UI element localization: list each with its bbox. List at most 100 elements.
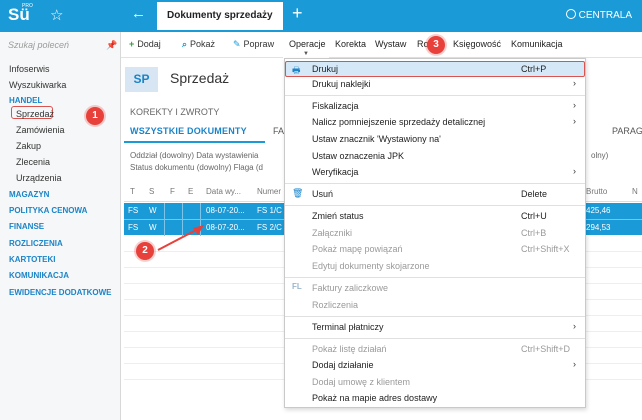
menu-item-usun[interactable]: 🗑 Usuń Delete [285, 187, 585, 202]
menu-item-label: Fiskalizacja [312, 101, 359, 111]
tab-paragony[interactable]: PARAG [612, 126, 642, 136]
module-badge: SP [125, 67, 158, 92]
arrow-head [193, 225, 204, 235]
menu-item-zalaczniki: Załączniki Ctrl+B [285, 226, 585, 241]
menu-item-edytuj-skojarzone: Edytuj dokumenty skojarzone [285, 259, 585, 274]
plus-icon: + [129, 39, 135, 49]
row-brutto: 425,46 [586, 206, 611, 215]
page-title: Sprzedaż [170, 70, 230, 86]
menu-item-label: Dodaj umowę z klientem [312, 377, 411, 387]
sidebar-section-magazyn[interactable]: MAGAZYN [9, 190, 49, 199]
show-button[interactable]: ⌕ Pokaż [182, 39, 215, 50]
sidebar-item-wyszukiwarka[interactable]: Wyszukiwarka [9, 80, 66, 90]
menu-ksiegowosc[interactable]: Księgowość [453, 39, 501, 49]
branch-selector[interactable]: CENTRALA [565, 9, 632, 21]
menu-item-label: Zmień status [312, 211, 364, 221]
menu-item-wystawiony-na[interactable]: Ustaw znacznik 'Wystawiony na' [285, 132, 585, 147]
sidebar-item-zlecenia[interactable]: Zlecenia [16, 157, 50, 167]
row-status: W [149, 206, 157, 215]
chevron-right-icon: › [573, 100, 576, 110]
menu-separator [285, 183, 585, 184]
arrow-line [157, 227, 201, 251]
sidebar-section-rozliczenia[interactable]: ROZLICZENIA [9, 239, 63, 248]
menu-item-label: Drukuj naklejki [312, 79, 371, 89]
back-arrow-icon[interactable]: ← [131, 5, 146, 22]
menu-operacje[interactable]: Operacje [289, 39, 326, 49]
sidebar-item-infoserwis[interactable]: Infoserwis [9, 64, 50, 74]
search-input[interactable]: Szukaj poleceń [8, 40, 69, 50]
trash-icon: 🗑 [292, 188, 304, 198]
logo: Sü PRO [0, 0, 44, 32]
sidebar-section-handel[interactable]: HANDEL [9, 96, 42, 105]
menu-item-mapa-powiazan: Pokaż mapę powiązań Ctrl+Shift+X [285, 242, 585, 257]
menu-item-drukuj-naklejki[interactable]: Drukuj naklejki › [285, 77, 585, 92]
menu-item-label: Ustaw oznaczenia JPK [312, 151, 405, 161]
menu-separator [285, 316, 585, 317]
row-type: FS [128, 223, 139, 232]
tab-wszystkie-dokumenty[interactable]: WSZYSTKIE DOKUMENTY [130, 126, 247, 136]
menu-item-drukuj[interactable]: 🖶 Drukuj Ctrl+P [285, 62, 585, 77]
chevron-right-icon: › [573, 116, 576, 126]
menu-item-label: Załączniki [312, 228, 353, 238]
edit-button-label: Popraw [243, 39, 275, 49]
sidebar-section-komunikacja[interactable]: KOMUNIKACJA [9, 271, 69, 280]
tab-korekty[interactable]: KOREKTY I ZWROTY [130, 107, 219, 117]
row-number: FS 2/C [257, 223, 282, 232]
col-number[interactable]: Numer [257, 187, 281, 196]
col-s[interactable]: S [149, 187, 154, 196]
menu-item-label: Nalicz pomniejszenie sprzedaży detaliczn… [312, 117, 486, 127]
menu-item-weryfikacja[interactable]: Weryfikacja › [285, 165, 585, 180]
col-date[interactable]: Data wy... [206, 187, 241, 196]
col-f[interactable]: F [170, 187, 175, 196]
filter-line-1[interactable]: Oddział (dowolny) Data wystawienia [130, 151, 259, 160]
filter-line-2[interactable]: Status dokumentu (dowolny) Flaga (d [130, 163, 263, 172]
annotation-badge-1: 1 [86, 107, 104, 125]
chevron-right-icon: › [573, 78, 576, 88]
menu-korekta[interactable]: Korekta [335, 39, 366, 49]
col-n[interactable]: N [632, 187, 638, 196]
menu-item-dodaj-umowe: Dodaj umowę z klientem [285, 375, 585, 390]
sidebar-section-ewidencje[interactable]: EWIDENCJE DODATKOWE [9, 288, 112, 297]
menu-separator [285, 338, 585, 339]
sidebar-section-finanse[interactable]: FINANSE [9, 222, 44, 231]
menu-item-dodaj-dzialanie[interactable]: Dodaj działanie › [285, 358, 585, 373]
sidebar-section-kartoteki[interactable]: KARTOTEKI [9, 255, 56, 264]
document-tab[interactable]: Dokumenty sprzedaży [157, 2, 283, 30]
col-e[interactable]: E [188, 187, 193, 196]
menu-separator [285, 277, 585, 278]
menu-item-nalicz[interactable]: Nalicz pomniejszenie sprzedaży detaliczn… [285, 115, 585, 130]
menu-item-terminal[interactable]: Terminal płatniczy › [285, 320, 585, 335]
menu-item-shortcut: Ctrl+Shift+D [521, 344, 571, 354]
new-tab-plus-icon[interactable]: + [292, 3, 303, 24]
menu-item-label: Rozliczenia [312, 300, 359, 310]
menu-item-zmien-status[interactable]: Zmień status Ctrl+U [285, 209, 585, 224]
menu-wystaw[interactable]: Wystaw [375, 39, 406, 49]
menu-item-label: Edytuj dokumenty skojarzone [312, 261, 430, 271]
edit-button[interactable]: ✎ Popraw [233, 39, 274, 50]
sidebar-section-polityka-cenowa[interactable]: POLITYKA CENOWA [9, 206, 87, 215]
pencil-icon: ✎ [233, 39, 241, 49]
menu-item-fiskalizacja[interactable]: Fiskalizacja › [285, 99, 585, 114]
add-button[interactable]: + Dodaj [129, 39, 161, 49]
sidebar-item-zamowienia[interactable]: Zamówienia [16, 125, 65, 135]
col-brutto[interactable]: Brutto [586, 187, 607, 196]
filter-right[interactable]: olny) [591, 151, 608, 160]
menu-separator [285, 95, 585, 96]
pin-icon[interactable]: 📌 [106, 40, 117, 51]
favorite-star-icon[interactable]: ☆ [50, 6, 63, 24]
menu-item-shortcut: Ctrl+P [521, 64, 547, 74]
sidebar-item-urzadzenia[interactable]: Urządzenia [16, 173, 62, 183]
annotation-badge-2: 2 [136, 242, 154, 260]
col-t[interactable]: T [130, 187, 135, 196]
menu-item-label: Weryfikacja [312, 167, 359, 177]
menu-item-mapa-adres[interactable]: Pokaż na mapie adres dostawy [285, 391, 585, 406]
menu-komunikacja[interactable]: Komunikacja [511, 39, 563, 49]
sidebar-item-sprzedaz[interactable]: Sprzedaż [16, 109, 54, 119]
menu-item-jpk[interactable]: Ustaw oznaczenia JPK [285, 149, 585, 164]
branch-label: CENTRALA [578, 10, 632, 21]
menu-item-label: Usuń [312, 189, 334, 199]
tab-fa[interactable]: FA [273, 126, 284, 136]
chevron-right-icon: › [573, 359, 576, 369]
menu-item-shortcut: Ctrl+Shift+X [521, 244, 570, 254]
sidebar-item-zakup[interactable]: Zakup [16, 141, 41, 151]
